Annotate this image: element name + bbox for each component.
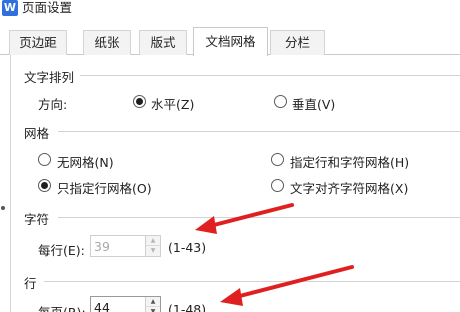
line-and-char-grid-radio-label[interactable]: 指定行和字符网格(H): [290, 152, 409, 171]
lines-per-page-range: (1-48): [168, 302, 207, 312]
spin-down-icon[interactable]: ▼: [146, 307, 160, 312]
edge-dot: [1, 206, 5, 210]
horizontal-radio[interactable]: [133, 95, 146, 108]
vertical-radio[interactable]: [274, 95, 287, 108]
tab-margins[interactable]: 页边距: [9, 30, 67, 55]
vertical-radio-label[interactable]: 垂直(V): [292, 94, 335, 113]
lines-per-page-label: 每页(R):: [38, 302, 86, 312]
line-grid-only-radio[interactable]: [38, 179, 51, 192]
chars-per-line-range: (1-43): [168, 240, 207, 255]
tab-document-grid[interactable]: 文档网格: [193, 27, 268, 56]
section-divider: [58, 131, 460, 132]
spin-down-icon[interactable]: ▼: [146, 246, 160, 256]
tab-paper[interactable]: 纸张: [83, 30, 131, 55]
tab-bar: 页边距 纸张 版式 文档网格 分栏: [0, 27, 460, 56]
dialog-title: 页面设置: [22, 0, 73, 15]
chars-per-line-label: 每行(E):: [38, 243, 85, 258]
chars-per-line-spin-buttons: ▲ ▼: [145, 236, 160, 256]
tab-columns[interactable]: 分栏: [270, 30, 325, 55]
line-and-char-grid-radio[interactable]: [271, 153, 284, 166]
lines-per-page-value: 44: [94, 300, 110, 312]
chars-per-line-value: 39: [94, 239, 110, 254]
section-divider: [80, 75, 460, 76]
text-direction-section-title: 文字排列: [24, 67, 79, 86]
spin-up-icon[interactable]: ▲: [146, 236, 160, 246]
section-divider: [58, 217, 460, 218]
line-grid-only-radio-label[interactable]: 只指定行网格(O): [57, 178, 152, 197]
lines-per-page-spinbox[interactable]: 44 ▲ ▼: [90, 296, 161, 312]
lines-section-title: 行: [24, 273, 41, 292]
tab-layout[interactable]: 版式: [139, 30, 187, 55]
no-grid-radio-label[interactable]: 无网格(N): [57, 152, 114, 171]
chars-per-line-spinbox[interactable]: 39 ▲ ▼: [90, 235, 161, 257]
no-grid-radio[interactable]: [38, 153, 51, 166]
section-divider: [44, 281, 460, 282]
wps-writer-app-icon: W: [2, 0, 18, 16]
direction-label: 方向:: [38, 97, 68, 112]
title-bar: W 页面设置: [0, 0, 460, 22]
characters-section-title: 字符: [24, 209, 54, 228]
snap-to-char-grid-radio[interactable]: [271, 179, 284, 192]
spin-up-icon[interactable]: ▲: [146, 297, 160, 307]
snap-to-char-grid-radio-label[interactable]: 文字对齐字符网格(X): [290, 178, 408, 197]
horizontal-radio-label[interactable]: 水平(Z): [151, 94, 194, 113]
grid-section-title: 网格: [24, 123, 54, 142]
lines-per-page-spin-buttons: ▲ ▼: [145, 297, 160, 312]
